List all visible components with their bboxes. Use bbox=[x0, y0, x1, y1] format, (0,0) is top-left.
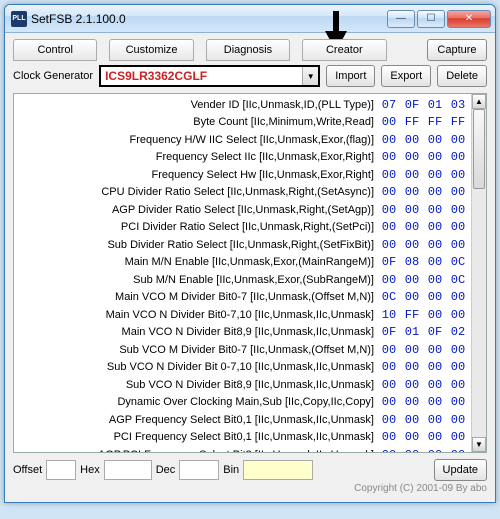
scrollbar[interactable]: ▲ ▼ bbox=[471, 94, 486, 452]
row-desc: Frequency H/W IIC Select [IIc,Unmask,Exo… bbox=[14, 134, 380, 146]
table-row[interactable]: Sub VCO M Divider Bit0-7 [IIc,Unmask,(Of… bbox=[14, 341, 471, 359]
maximize-button[interactable]: ☐ bbox=[417, 10, 445, 28]
tab-bar: Control Customize Diagnosis Creator Capt… bbox=[13, 39, 487, 61]
row-hex: 00000000 bbox=[380, 168, 471, 182]
clock-generator-label: Clock Generator bbox=[13, 70, 93, 82]
scroll-thumb[interactable] bbox=[473, 109, 485, 189]
row-desc: Sub M/N Enable [IIc,Unmask,Exor,(SubRang… bbox=[14, 274, 380, 286]
titlebar[interactable]: PLL SetFSB 2.1.100.0 — ☐ ✕ bbox=[5, 5, 495, 33]
tab-creator[interactable]: Creator bbox=[302, 39, 386, 61]
row-hex: 0000000C bbox=[380, 273, 471, 287]
row-desc: Frequency Select Hw [IIc,Unmask,Exor,Rig… bbox=[14, 169, 380, 181]
register-list: Vender ID [IIc,Unmask,ID,(PLL Type)]070F… bbox=[13, 93, 487, 453]
row-desc: Sub VCO N Divider Bit 0-7,10 [IIc,Unmask… bbox=[14, 361, 380, 373]
row-hex: 00000000 bbox=[380, 220, 471, 234]
tab-diagnosis[interactable]: Diagnosis bbox=[206, 39, 290, 61]
export-button[interactable]: Export bbox=[381, 65, 431, 87]
table-row[interactable]: Main VCO N Divider Bit8,9 [IIc,Unmask,II… bbox=[14, 324, 471, 342]
table-row[interactable]: Sub M/N Enable [IIc,Unmask,Exor,(SubRang… bbox=[14, 271, 471, 289]
table-row[interactable]: PCI Frequency Select Bit0,1 [IIc,Unmask,… bbox=[14, 429, 471, 447]
hex-label: Hex bbox=[80, 464, 100, 476]
row-hex: 00FFFFFF bbox=[380, 115, 471, 129]
table-row[interactable]: AGP,PCI Frequency Select Bit2 [IIc,Unmas… bbox=[14, 446, 471, 453]
dec-input[interactable] bbox=[179, 460, 219, 480]
row-hex: 10FF0000 bbox=[380, 308, 471, 322]
capture-button[interactable]: Capture bbox=[427, 39, 487, 61]
row-desc: Main VCO M Divider Bit0-7 [IIc,Unmask,(O… bbox=[14, 291, 380, 303]
table-row[interactable]: CPU Divider Ratio Select [IIc,Unmask,Rig… bbox=[14, 184, 471, 202]
table-row[interactable]: Main VCO M Divider Bit0-7 [IIc,Unmask,(O… bbox=[14, 289, 471, 307]
row-hex: 00000000 bbox=[380, 413, 471, 427]
offset-label: Offset bbox=[13, 464, 42, 476]
offset-input[interactable] bbox=[46, 460, 76, 480]
row-desc: Frequency Select IIc [IIc,Unmask,Exor,Ri… bbox=[14, 151, 380, 163]
row-hex: 0C000000 bbox=[380, 290, 471, 304]
row-desc: Dynamic Over Clocking Main,Sub [IIc,Copy… bbox=[14, 396, 380, 408]
row-hex: 0F010F02 bbox=[380, 325, 471, 339]
close-button[interactable]: ✕ bbox=[447, 10, 491, 28]
table-row[interactable]: Sub Divider Ratio Select [IIc,Unmask,Rig… bbox=[14, 236, 471, 254]
update-button[interactable]: Update bbox=[434, 459, 487, 481]
table-row[interactable]: Main VCO N Divider Bit0-7,10 [IIc,Unmask… bbox=[14, 306, 471, 324]
row-hex: 00000000 bbox=[380, 448, 471, 453]
hex-input[interactable] bbox=[104, 460, 152, 480]
row-hex: 00000000 bbox=[380, 203, 471, 217]
table-row[interactable]: Sub VCO N Divider Bit8,9 [IIc,Unmask,IIc… bbox=[14, 376, 471, 394]
scroll-up-icon[interactable]: ▲ bbox=[472, 94, 486, 109]
clock-generator-combo[interactable]: ICS9LR3362CGLF ▼ bbox=[99, 65, 320, 87]
table-row[interactable]: PCI Divider Ratio Select [IIc,Unmask,Rig… bbox=[14, 219, 471, 237]
scroll-down-icon[interactable]: ▼ bbox=[472, 437, 486, 452]
row-desc: Main M/N Enable [IIc,Unmask,Exor,(MainRa… bbox=[14, 256, 380, 268]
clock-generator-value: ICS9LR3362CGLF bbox=[101, 69, 302, 83]
row-desc: Byte Count [IIc,Minimum,Write,Read] bbox=[14, 116, 380, 128]
import-button[interactable]: Import bbox=[326, 65, 375, 87]
table-row[interactable]: Frequency Select Hw [IIc,Unmask,Exor,Rig… bbox=[14, 166, 471, 184]
row-desc: Sub Divider Ratio Select [IIc,Unmask,Rig… bbox=[14, 239, 380, 251]
row-hex: 00000000 bbox=[380, 150, 471, 164]
row-desc: AGP Divider Ratio Select [IIc,Unmask,Rig… bbox=[14, 204, 380, 216]
minimize-button[interactable]: — bbox=[387, 10, 415, 28]
row-desc: Main VCO N Divider Bit8,9 [IIc,Unmask,II… bbox=[14, 326, 380, 338]
table-row[interactable]: AGP Frequency Select Bit0,1 [IIc,Unmask,… bbox=[14, 411, 471, 429]
row-hex: 00000000 bbox=[380, 133, 471, 147]
row-hex: 070F0103 bbox=[380, 98, 471, 112]
row-desc: AGP Frequency Select Bit0,1 [IIc,Unmask,… bbox=[14, 414, 380, 426]
tab-control[interactable]: Control bbox=[13, 39, 97, 61]
table-row[interactable]: Frequency Select IIc [IIc,Unmask,Exor,Ri… bbox=[14, 149, 471, 167]
table-row[interactable]: Frequency H/W IIC Select [IIc,Unmask,Exo… bbox=[14, 131, 471, 149]
row-desc: PCI Divider Ratio Select [IIc,Unmask,Rig… bbox=[14, 221, 380, 233]
chevron-down-icon[interactable]: ▼ bbox=[302, 67, 318, 85]
row-desc: PCI Frequency Select Bit0,1 [IIc,Unmask,… bbox=[14, 431, 380, 443]
copyright-text: Copyright (C) 2001-09 By abo bbox=[13, 483, 487, 494]
row-hex: 00000000 bbox=[380, 360, 471, 374]
delete-button[interactable]: Delete bbox=[437, 65, 487, 87]
bin-input[interactable] bbox=[243, 460, 313, 480]
row-hex: 00000000 bbox=[380, 343, 471, 357]
row-hex: 00000000 bbox=[380, 185, 471, 199]
app-window: PLL SetFSB 2.1.100.0 — ☐ ✕ Control Custo… bbox=[4, 4, 496, 503]
tab-customize[interactable]: Customize bbox=[109, 39, 193, 61]
row-desc: AGP,PCI Frequency Select Bit2 [IIc,Unmas… bbox=[14, 449, 380, 453]
table-row[interactable]: Byte Count [IIc,Minimum,Write,Read]00FFF… bbox=[14, 114, 471, 132]
table-row[interactable]: Sub VCO N Divider Bit 0-7,10 [IIc,Unmask… bbox=[14, 359, 471, 377]
row-desc: Main VCO N Divider Bit0-7,10 [IIc,Unmask… bbox=[14, 309, 380, 321]
table-row[interactable]: AGP Divider Ratio Select [IIc,Unmask,Rig… bbox=[14, 201, 471, 219]
row-desc: Sub VCO N Divider Bit8,9 [IIc,Unmask,IIc… bbox=[14, 379, 380, 391]
window-title: SetFSB 2.1.100.0 bbox=[31, 12, 387, 26]
row-hex: 00000000 bbox=[380, 238, 471, 252]
row-hex: 00000000 bbox=[380, 430, 471, 444]
table-row[interactable]: Main M/N Enable [IIc,Unmask,Exor,(MainRa… bbox=[14, 254, 471, 272]
row-hex: 00000000 bbox=[380, 395, 471, 409]
row-hex: 0F08000C bbox=[380, 255, 471, 269]
dec-label: Dec bbox=[156, 464, 176, 476]
row-desc: Vender ID [IIc,Unmask,ID,(PLL Type)] bbox=[14, 99, 380, 111]
table-row[interactable]: Dynamic Over Clocking Main,Sub [IIc,Copy… bbox=[14, 394, 471, 412]
table-row[interactable]: Vender ID [IIc,Unmask,ID,(PLL Type)]070F… bbox=[14, 96, 471, 114]
app-icon: PLL bbox=[11, 11, 27, 27]
bin-label: Bin bbox=[223, 464, 239, 476]
row-hex: 00000000 bbox=[380, 378, 471, 392]
row-desc: CPU Divider Ratio Select [IIc,Unmask,Rig… bbox=[14, 186, 380, 198]
row-desc: Sub VCO M Divider Bit0-7 [IIc,Unmask,(Of… bbox=[14, 344, 380, 356]
